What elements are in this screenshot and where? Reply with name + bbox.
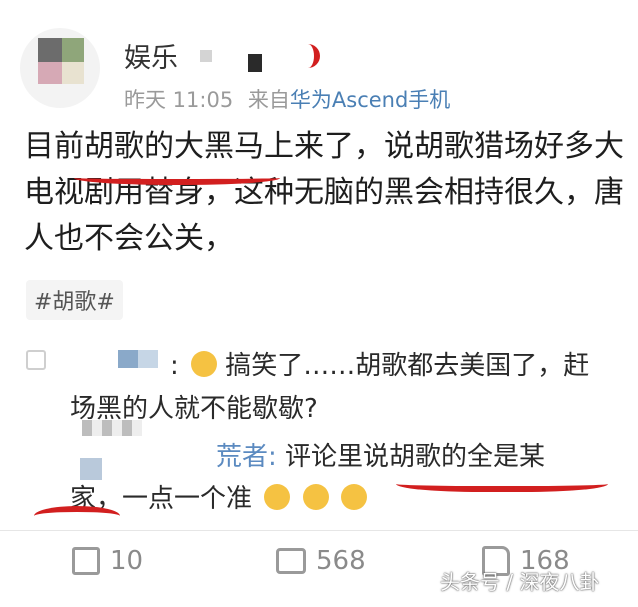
comment-author-mask: [80, 458, 102, 480]
avatar-mosaic: [62, 38, 84, 62]
comment-text: 搞笑了……胡歌都去美国了，赶: [225, 351, 590, 381]
comment-author-mask: [82, 420, 142, 436]
comment-author-mask: [138, 350, 158, 368]
post-meta: 昨天 11:05 来自华为Ascend手机: [124, 84, 450, 114]
tears-of-joy-emoji-icon: [264, 484, 291, 510]
avatar-mosaic: [38, 62, 62, 84]
red-underline: [34, 506, 120, 526]
comment-button[interactable]: 568: [276, 546, 366, 576]
tears-of-joy-emoji-icon: [340, 484, 367, 510]
share-icon: [72, 547, 100, 575]
tears-of-joy-emoji-icon: [302, 484, 329, 510]
red-underline: [396, 472, 608, 492]
comment-2: 荒者: 评论里说胡歌的全是某: [216, 436, 545, 473]
username[interactable]: 娱乐: [124, 36, 178, 75]
red-underline: [74, 171, 280, 185]
comment-author[interactable]: 荒者:: [216, 442, 277, 472]
divider: [0, 530, 638, 531]
post-text: 目前胡歌的大黑马上来了，说胡歌猎场好多大电视剧用替身，这种无脑的黑会相持很久，唐…: [24, 129, 624, 256]
comment-author[interactable]: :: [170, 351, 179, 381]
source-prefix: 来自: [247, 88, 290, 112]
name-mask: [248, 54, 262, 72]
post-time: 昨天 11:05: [124, 88, 234, 112]
red-mark: [294, 44, 320, 68]
share-count: 10: [110, 546, 144, 576]
comment-author-mask: [118, 350, 138, 368]
device-link[interactable]: 华为Ascend手机: [290, 88, 450, 112]
comment-1: : 搞笑了……胡歌都去美国了，赶: [170, 344, 589, 388]
laughing-emoji-icon: [191, 351, 218, 377]
name-mask: [200, 50, 212, 62]
comment-text: 评论里说胡歌的全是某: [285, 442, 546, 472]
comment-count: 568: [316, 546, 366, 576]
comment-icon: [26, 350, 46, 370]
hashtag[interactable]: #胡歌#: [26, 280, 123, 320]
comment-2-line2: 家，一点一个准: [70, 478, 367, 515]
avatar-mosaic: [38, 38, 62, 62]
avatar[interactable]: [20, 28, 100, 108]
comment-bubble-icon: [276, 548, 306, 574]
avatar-mosaic: [62, 62, 84, 84]
watermark: 头条号 / 深夜八卦: [440, 570, 600, 594]
share-button[interactable]: 10: [72, 546, 143, 576]
